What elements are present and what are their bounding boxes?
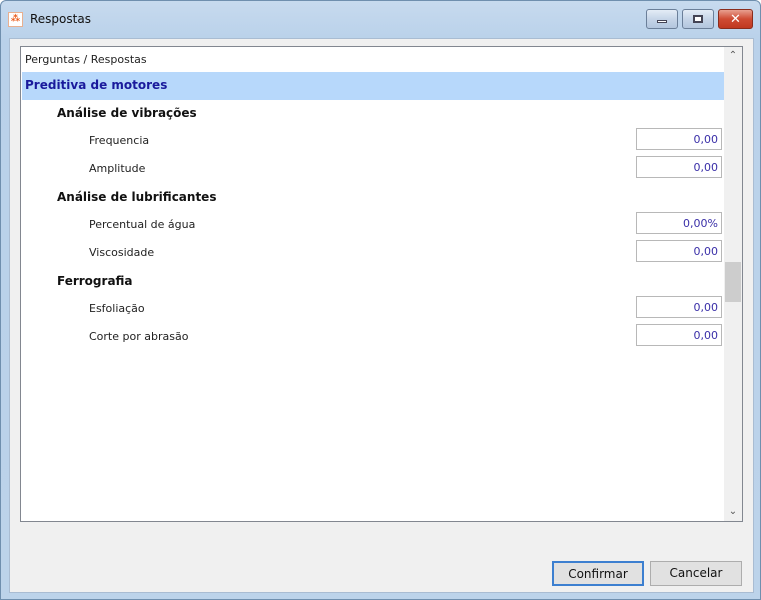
vertical-scrollbar[interactable]: ⌃ ⌄ <box>724 47 742 521</box>
app-logo-icon: ⁂ <box>8 12 23 27</box>
dialog-body: Perguntas / Respostas Preditiva de motor… <box>9 38 754 593</box>
answer-input[interactable]: 0,00 <box>636 240 722 262</box>
answer-input[interactable]: 0,00 <box>636 324 722 346</box>
question-label: Amplitude <box>89 162 146 175</box>
scrollbar-thumb[interactable] <box>725 262 741 302</box>
dialog-window: ⁂ Respostas ✕ Perguntas / Respostas Pred… <box>0 0 761 600</box>
list-header: Perguntas / Respostas <box>25 53 147 66</box>
maximize-icon <box>693 15 703 23</box>
category-label: Análise de lubrificantes <box>57 190 217 204</box>
maximize-button[interactable] <box>682 9 714 29</box>
questions-list: Perguntas / Respostas Preditiva de motor… <box>20 46 743 522</box>
scroll-down-icon[interactable]: ⌄ <box>724 503 742 521</box>
group-row[interactable]: Preditiva de motores <box>22 72 724 100</box>
minimize-button[interactable] <box>646 9 678 29</box>
scroll-up-icon[interactable]: ⌃ <box>724 47 742 65</box>
question-label: Viscosidade <box>89 246 155 259</box>
confirm-button[interactable]: Confirmar <box>552 561 644 586</box>
category-label: Ferrografia <box>57 274 133 288</box>
close-button[interactable]: ✕ <box>718 9 753 29</box>
question-label: Frequencia <box>89 134 150 147</box>
category-label: Análise de vibrações <box>57 106 197 120</box>
answer-input[interactable]: 0,00% <box>636 212 722 234</box>
answer-input[interactable]: 0,00 <box>636 156 722 178</box>
question-label: Corte por abrasão <box>89 330 189 343</box>
window-title: Respostas <box>30 12 91 26</box>
minimize-icon <box>657 20 667 23</box>
cancel-button[interactable]: Cancelar <box>650 561 742 586</box>
close-icon: ✕ <box>730 11 741 27</box>
question-label: Percentual de água <box>89 218 196 231</box>
answer-input[interactable]: 0,00 <box>636 296 722 318</box>
answer-input[interactable]: 0,00 <box>636 128 722 150</box>
question-label: Esfoliação <box>89 302 145 315</box>
